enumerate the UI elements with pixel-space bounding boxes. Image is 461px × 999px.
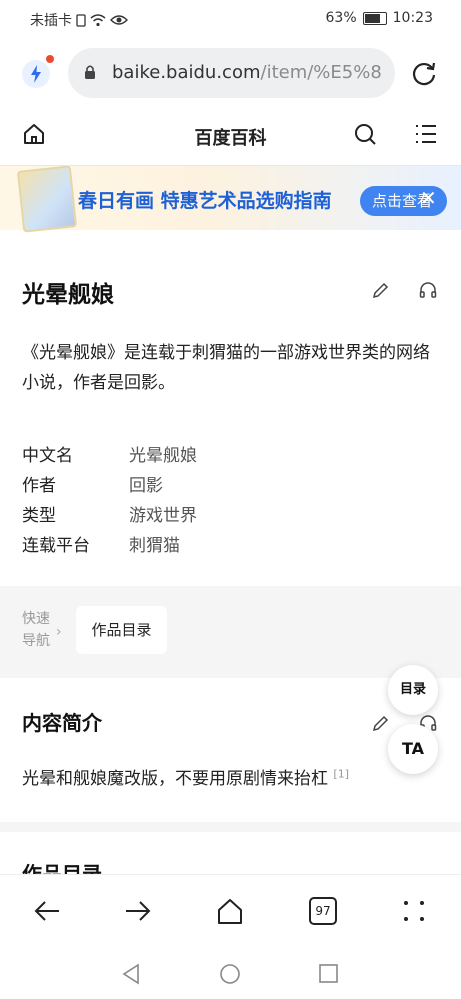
system-nav-bar (0, 950, 461, 999)
status-left: 未插卡 (30, 10, 128, 30)
nav-recents-icon[interactable] (319, 964, 338, 983)
edit-icon[interactable] (371, 280, 391, 300)
battery-percent: 63% (325, 10, 357, 26)
info-key: 作者 (22, 476, 56, 496)
info-value[interactable]: 回影 (129, 471, 163, 501)
edit-icon[interactable] (371, 713, 391, 733)
toc-float-button[interactable]: 目录 (388, 665, 438, 715)
quick-nav-area (0, 586, 461, 678)
notification-dot (46, 55, 54, 63)
url-domain: baike.baidu.com (112, 62, 261, 83)
info-row: 连载平台 刺猬猫 (22, 531, 197, 561)
summary-body: 光晕和舰娘魔改版，不要用原剧情来抬杠 (22, 769, 328, 789)
info-row: 作者 回影 (22, 471, 197, 501)
status-bar: 未插卡 63% 10:23 (0, 0, 461, 38)
info-value[interactable]: 光晕舰娘 (129, 441, 197, 471)
url-path: /item/%E5%8 (260, 62, 382, 83)
lightning-icon (31, 65, 41, 83)
banner-text[interactable]: 春日有画 特惠艺术品选购指南 (78, 186, 332, 213)
article-title: 光晕舰娘 (22, 282, 114, 308)
url-bar[interactable]: baike.baidu.com/item/%E5%8 (68, 48, 395, 98)
section-title: 内容简介 (22, 711, 102, 735)
quick-nav-label-line2: 导航 (22, 633, 50, 649)
headphones-icon[interactable] (418, 280, 438, 300)
menu-icon[interactable] (415, 123, 437, 145)
quick-nav-item[interactable]: 作品目录 (76, 606, 167, 654)
ta-float-button[interactable]: TA (388, 724, 438, 774)
chevron-right-icon: › (56, 624, 62, 640)
browser-toolbar (0, 874, 461, 951)
nav-back-icon[interactable] (121, 963, 141, 985)
browser-ext-button[interactable] (22, 60, 50, 88)
home-icon[interactable] (216, 897, 244, 925)
battery-icon (362, 11, 387, 25)
info-value[interactable]: 刺猬猫 (129, 531, 180, 561)
summary-text: 光晕和舰娘魔改版，不要用原剧情来抬杠 [1] (22, 764, 349, 789)
back-arrow-icon[interactable] (33, 899, 61, 923)
reload-icon[interactable] (410, 59, 438, 87)
info-key: 中文名 (22, 446, 73, 466)
reference-link[interactable]: [1] (333, 767, 349, 780)
url-text[interactable]: baike.baidu.com/item/%E5%8 (112, 62, 392, 83)
lock-icon (85, 65, 95, 79)
clock: 10:23 (392, 10, 433, 26)
sim-icon (76, 13, 86, 27)
nav-home-icon[interactable] (219, 963, 241, 985)
info-row: 中文名 光晕舰娘 (22, 441, 197, 471)
info-key: 类型 (22, 506, 56, 526)
info-key: 连载平台 (22, 536, 90, 556)
search-icon[interactable] (353, 122, 377, 146)
info-box: 中文名 光晕舰娘 作者 回影 类型 游戏世界 连载平台 刺猬猫 (22, 441, 197, 561)
wifi-icon (90, 13, 106, 26)
eye-icon (110, 15, 128, 25)
section-divider (0, 822, 461, 832)
site-header: 百度百科 (0, 108, 461, 166)
info-row: 类型 游戏世界 (22, 501, 197, 531)
quick-nav-label: 快速 导航 (22, 608, 50, 652)
banner-artwork (16, 165, 78, 233)
quick-nav-label-line1: 快速 (22, 611, 50, 627)
status-right: 63% 10:23 (326, 10, 433, 26)
forward-arrow-icon[interactable] (124, 899, 152, 923)
article-description: 《光晕舰娘》是连载于刺猬猫的一部游戏世界类的网络小说，作者是回影。 (22, 343, 430, 393)
tab-count-button[interactable]: 97 (309, 897, 337, 925)
more-icon[interactable] (402, 899, 426, 923)
close-icon[interactable]: ✕ (420, 186, 437, 210)
info-value[interactable]: 游戏世界 (129, 501, 197, 531)
carrier-text: 未插卡 (30, 13, 72, 29)
page-title: 百度百科 (194, 128, 267, 149)
